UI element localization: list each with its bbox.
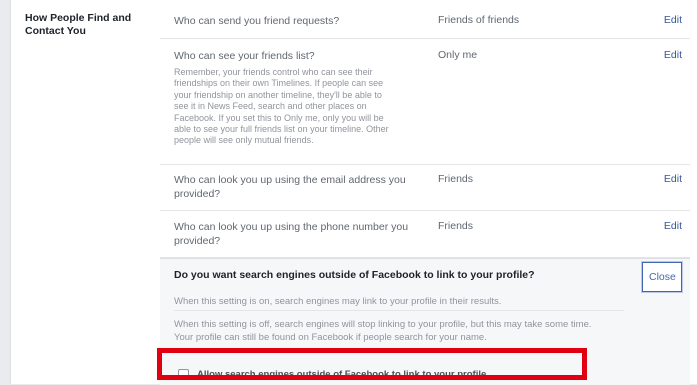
setting-row-friends-list: Who can see your friends list? Only me E… — [160, 39, 690, 165]
edit-link[interactable]: Edit — [664, 220, 682, 232]
close-button[interactable]: Close — [642, 262, 682, 292]
setting-question: Who can send you friend requests? — [174, 15, 340, 27]
setting-explanation-on: When this setting is on, search engines … — [174, 296, 502, 307]
search-engine-setting-expanded: Do you want search engines outside of Fa… — [160, 258, 690, 385]
search-engine-checkbox[interactable] — [178, 368, 189, 380]
edit-link[interactable]: Edit — [664, 173, 682, 185]
divider — [174, 310, 624, 311]
setting-question: Who can look you up using the phone numb… — [174, 221, 409, 247]
checkbox-label[interactable]: Allow search engines outside of Facebook… — [197, 369, 486, 380]
search-engine-checkbox-row[interactable]: Allow search engines outside of Facebook… — [174, 363, 590, 385]
setting-description: Remember, your friends control who can s… — [174, 67, 389, 146]
edit-link[interactable]: Edit — [664, 14, 682, 26]
setting-value: Friends — [438, 220, 474, 232]
setting-row-email-lookup: Who can look you up using the email addr… — [160, 165, 690, 211]
setting-question: Who can look you up using the email addr… — [174, 174, 406, 200]
setting-value: Friends of friends — [438, 14, 520, 26]
setting-row-friend-requests: Who can send you friend requests? Friend… — [160, 0, 690, 39]
setting-explanation-off: When this setting is off, search engines… — [174, 319, 592, 343]
setting-question: Who can see your friends list? — [174, 50, 315, 62]
section-title: How People Find and Contact You — [25, 12, 132, 37]
edit-link[interactable]: Edit — [664, 49, 682, 61]
setting-question: Do you want search engines outside of Fa… — [174, 269, 535, 281]
setting-value: Friends — [438, 173, 474, 185]
setting-row-phone-lookup: Who can look you up using the phone numb… — [160, 211, 690, 258]
setting-value: Only me — [438, 49, 478, 61]
